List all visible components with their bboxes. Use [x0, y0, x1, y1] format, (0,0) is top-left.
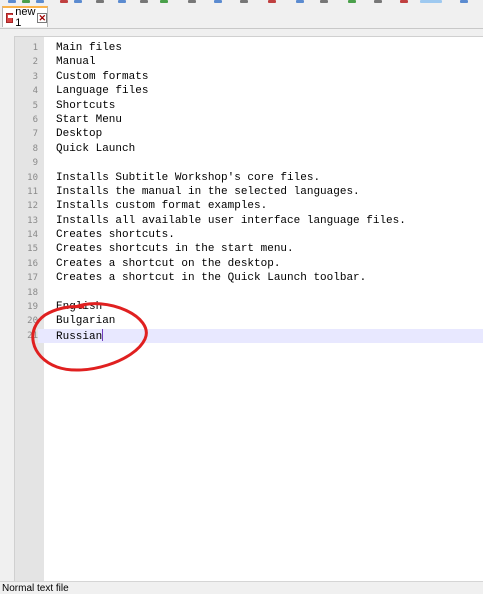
text-editor[interactable]: 1 Main files 2 Manual 3 Custom formats 4 Langua…: [14, 36, 483, 583]
line-text: English: [56, 301, 103, 314]
save-state-icon: [6, 12, 15, 23]
line-text: Installs custom format examples.: [56, 200, 268, 213]
toolbar-icon[interactable]: [374, 0, 382, 3]
toolbar-icon[interactable]: [320, 0, 328, 3]
line-number: 12: [27, 201, 38, 212]
line-number: 8: [32, 143, 38, 154]
line-number: 7: [32, 129, 38, 140]
toolbar-icon[interactable]: [60, 0, 68, 3]
editor-line[interactable]: 7 Desktop: [15, 127, 483, 141]
line-text: Creates a shortcut on the desktop.: [56, 257, 281, 270]
line-number: 3: [32, 71, 38, 82]
line-text: Installs Subtitle Workshop's core files.: [56, 171, 321, 184]
editor-line[interactable]: 16 Creates a shortcut on the desktop.: [15, 257, 483, 271]
toolbar-icon[interactable]: [96, 0, 104, 3]
editor-line[interactable]: 3 Custom formats: [15, 70, 483, 84]
line-number: 19: [27, 302, 38, 313]
tab-label: new 1: [15, 5, 36, 29]
editor-line[interactable]: 1 Main files: [15, 41, 483, 55]
editor-line[interactable]: 5 Shortcuts: [15, 99, 483, 113]
line-number: 5: [32, 100, 38, 111]
line-number: 4: [32, 86, 38, 97]
toolbar-icon[interactable]: [268, 0, 276, 3]
toolbar-icon[interactable]: [22, 0, 30, 3]
editor-line[interactable]: 8 Quick Launch: [15, 142, 483, 156]
toolbar-icon[interactable]: [214, 0, 222, 3]
toolbar-icon[interactable]: [348, 0, 356, 3]
editor-line[interactable]: 18: [15, 286, 483, 300]
status-bar: Normal text file: [0, 581, 483, 594]
line-text: Installs the manual in the selected lang…: [56, 185, 360, 198]
editor-line[interactable]: 12 Installs custom format examples.: [15, 199, 483, 213]
toolbar-icon[interactable]: [420, 0, 442, 3]
line-text: Russian: [56, 328, 104, 343]
line-number: 17: [27, 273, 38, 284]
editor-line[interactable]: 11 Installs the manual in the selected la…: [15, 185, 483, 199]
toolbar-icon[interactable]: [74, 0, 82, 3]
editor-line[interactable]: 14 Creates shortcuts.: [15, 228, 483, 242]
toolbar-icon[interactable]: [240, 0, 248, 3]
line-number: 9: [32, 158, 38, 169]
line-text: Manual: [56, 56, 96, 69]
text-caret: [102, 328, 104, 341]
close-icon[interactable]: ✕: [37, 12, 47, 23]
editor-line[interactable]: 19 English: [15, 300, 483, 314]
line-text: Quick Launch: [56, 142, 136, 155]
editor-line[interactable]: 15 Creates shortcuts in the start menu.: [15, 242, 483, 256]
toolbar-icon[interactable]: [160, 0, 168, 3]
line-text: Language files: [56, 85, 149, 98]
line-text: Custom formats: [56, 70, 149, 83]
toolbar-icon[interactable]: [118, 0, 126, 3]
toolbar-icon[interactable]: [8, 0, 16, 3]
editor-line[interactable]: 17 Creates a shortcut in the Quick Launch…: [15, 271, 483, 285]
line-number: 1: [32, 43, 38, 53]
line-number: 10: [27, 172, 38, 183]
editor-line[interactable]: 6 Start Menu: [15, 113, 483, 127]
line-number: 2: [32, 57, 38, 68]
editor-line[interactable]: 20 Bulgarian: [15, 314, 483, 328]
editor-line[interactable]: 4 Language files: [15, 84, 483, 98]
toolbar-icon[interactable]: [400, 0, 408, 3]
tab-bar: new 1 ✕: [0, 4, 483, 29]
editor-line[interactable]: 2 Manual: [15, 55, 483, 69]
line-number: 16: [27, 258, 38, 269]
file-type-label: Normal text file: [2, 583, 69, 594]
line-text: Creates shortcuts.: [56, 229, 175, 242]
line-text: Shortcuts: [56, 99, 116, 112]
editor-line[interactable]: 21 Russian: [15, 328, 483, 344]
toolbar-icon[interactable]: [36, 0, 44, 3]
editor-line[interactable]: 13 Installs all available user interface …: [15, 214, 483, 228]
notepad-window: new 1 ✕ 1 Main files 2 Manual 3 Custom format…: [0, 0, 483, 594]
editor-line[interactable]: 9: [15, 156, 483, 170]
toolbar-icon[interactable]: [140, 0, 148, 3]
line-number: 15: [27, 244, 38, 255]
line-text: Bulgarian: [56, 315, 116, 328]
line-text: Main files: [56, 42, 123, 54]
line-text: Creates shortcuts in the start menu.: [56, 243, 294, 256]
line-number: 14: [27, 230, 38, 241]
editor-line[interactable]: 10 Installs Subtitle Workshop's core file…: [15, 171, 483, 185]
tab-new-1[interactable]: new 1 ✕: [2, 5, 48, 29]
editor-lines[interactable]: 1 Main files 2 Manual 3 Custom formats 4 Langua…: [15, 41, 483, 344]
line-number: 13: [27, 215, 38, 226]
line-text: Installs all available user interface la…: [56, 214, 406, 227]
line-text: Desktop: [56, 128, 103, 141]
line-number: 11: [27, 186, 38, 197]
line-number: 21: [15, 328, 38, 344]
toolbar-icon[interactable]: [460, 0, 468, 3]
toolbar-icon[interactable]: [188, 0, 196, 3]
line-number: 18: [27, 287, 38, 298]
line-text: Creates a shortcut in the Quick Launch t…: [56, 272, 367, 285]
line-number: 6: [32, 114, 38, 125]
line-text: Start Menu: [56, 113, 123, 126]
toolbar-icon[interactable]: [296, 0, 304, 3]
line-number: 20: [27, 316, 38, 327]
